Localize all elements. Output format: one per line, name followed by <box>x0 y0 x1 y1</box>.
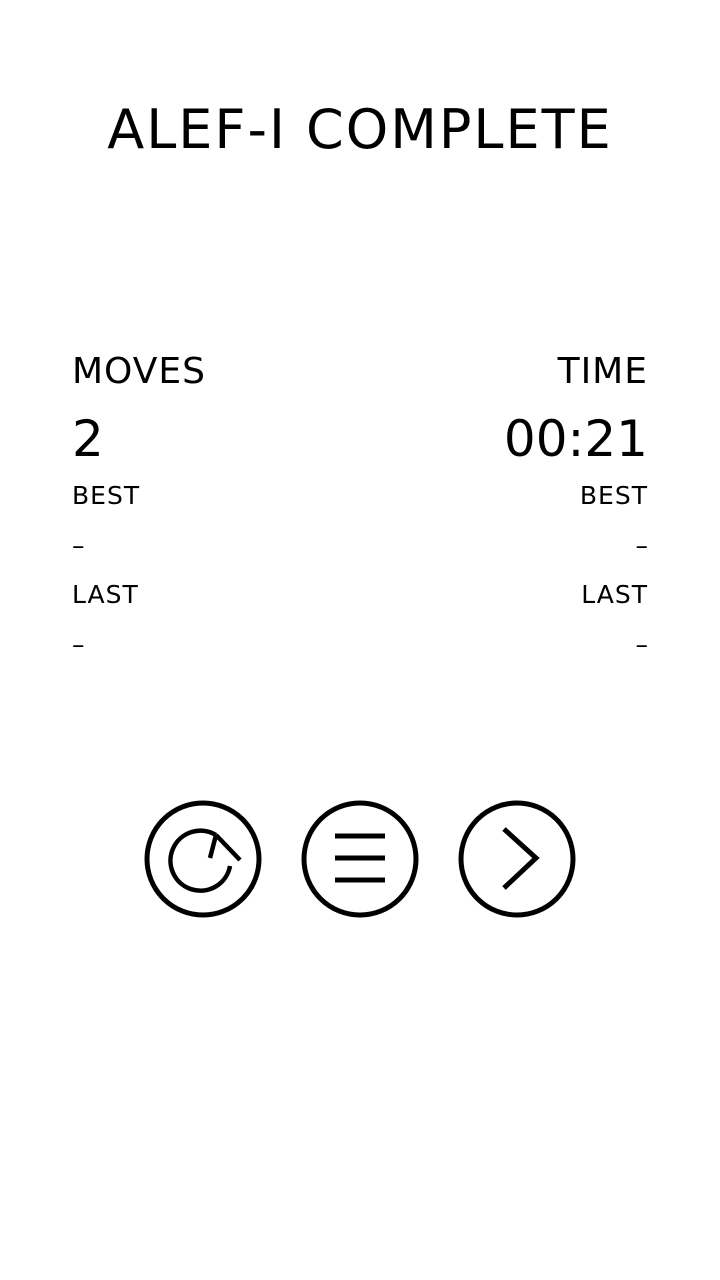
restart-button[interactable] <box>144 800 262 918</box>
moves-best-value: – <box>72 531 85 560</box>
moves-panel: MOVES 2 BEST – LAST – <box>72 350 372 661</box>
time-panel: TIME 00:21 BEST – LAST – <box>348 350 648 661</box>
restart-icon <box>144 800 262 918</box>
moves-value: 2 <box>72 410 104 468</box>
level-complete-title: ALEF-I COMPLETE <box>107 98 613 161</box>
moves-best-label: BEST <box>72 481 141 510</box>
menu-button[interactable] <box>301 800 419 918</box>
time-best-value: – <box>635 531 649 560</box>
time-last-value: – <box>635 630 649 659</box>
chevron-right-icon <box>458 800 576 918</box>
time-last-label: LAST <box>581 580 648 609</box>
moves-last-value: – <box>72 630 85 659</box>
action-buttons <box>144 800 576 918</box>
time-best-label: BEST <box>579 481 648 510</box>
moves-label: MOVES <box>72 351 206 392</box>
time-value: 00:21 <box>503 410 648 468</box>
next-level-button[interactable] <box>458 800 576 918</box>
menu-icon <box>301 800 419 918</box>
moves-last-label: LAST <box>72 580 139 609</box>
time-label: TIME <box>557 351 648 392</box>
